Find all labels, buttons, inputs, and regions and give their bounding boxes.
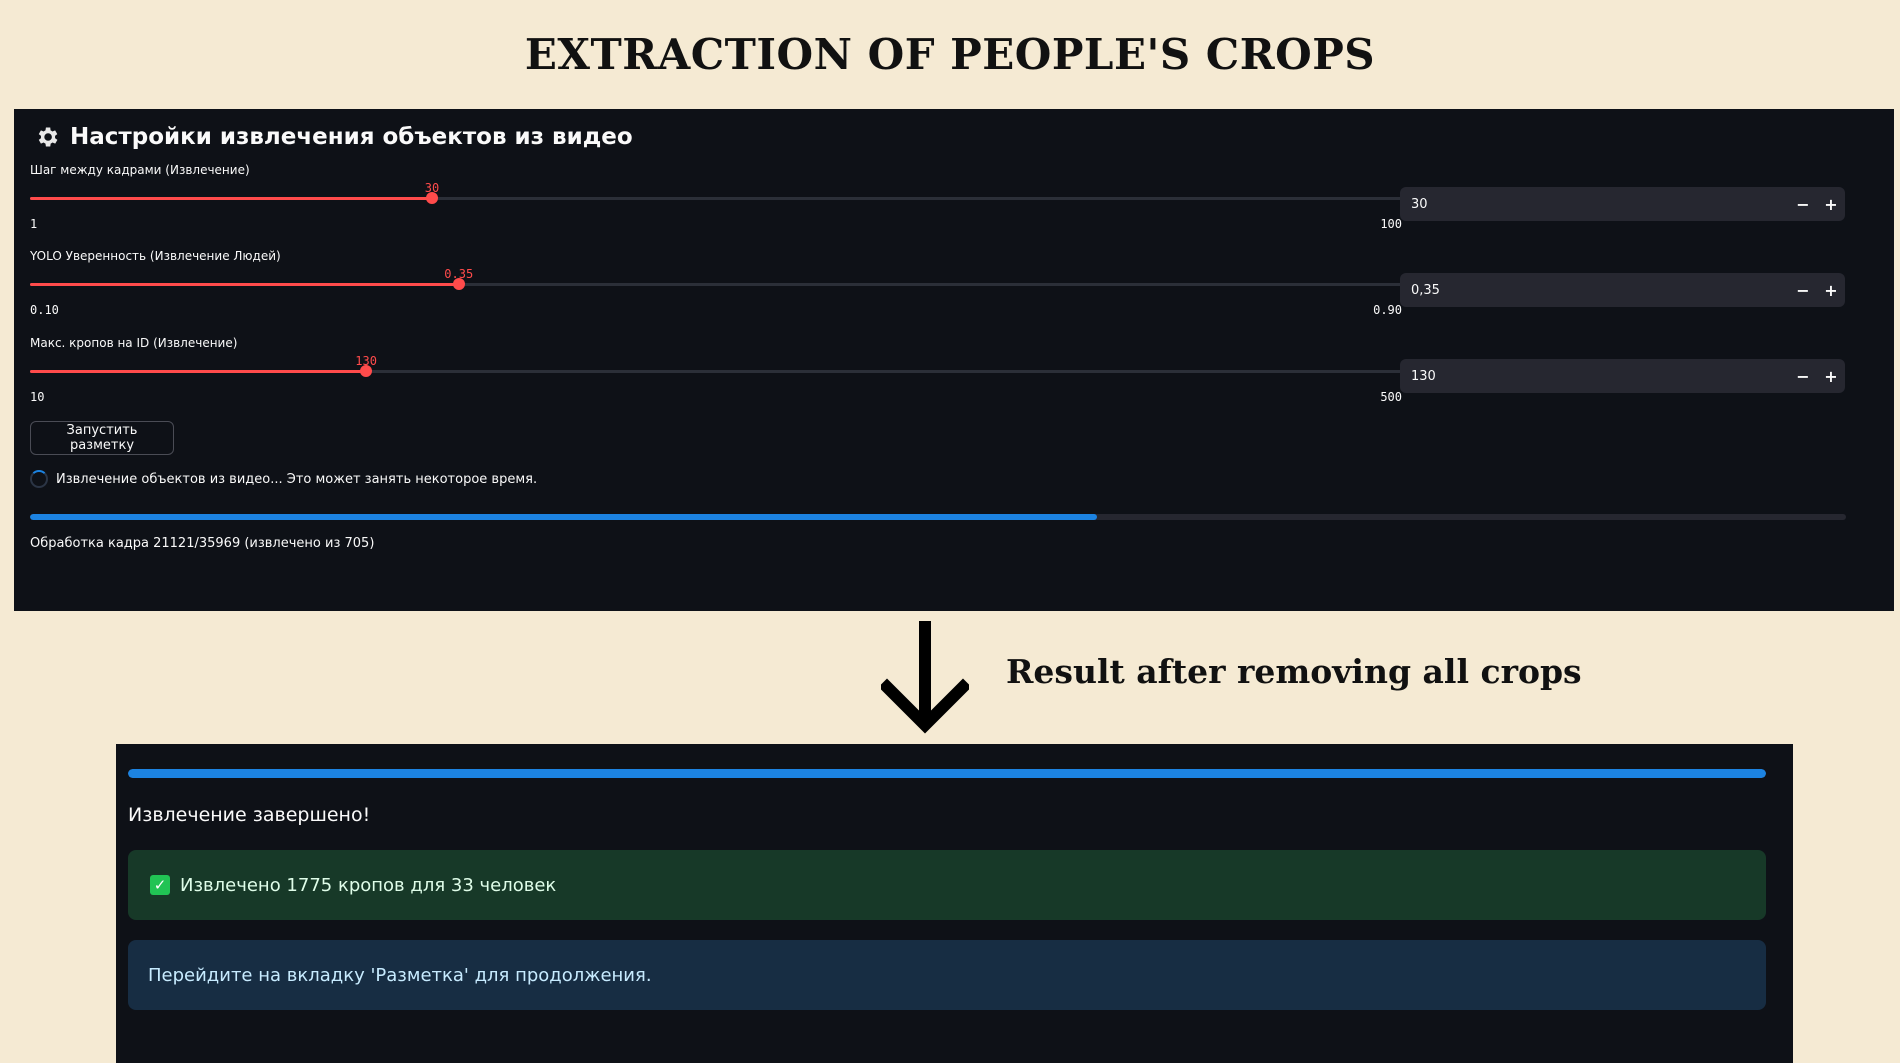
complete-progress-bar xyxy=(128,769,1766,778)
completion-message: Извлечение завершено! xyxy=(128,804,371,826)
info-text: Перейдите на вкладку 'Разметка' для прод… xyxy=(148,964,652,986)
extraction-progress-bar xyxy=(30,514,1846,520)
arrow-down-icon xyxy=(881,621,969,734)
slider-fill xyxy=(30,283,459,286)
decrement-button[interactable]: − xyxy=(1789,195,1817,214)
slider-min: 10 xyxy=(30,390,45,404)
slider-max: 0.90 xyxy=(1373,303,1402,317)
slider-min: 1 xyxy=(30,217,38,231)
number-input-value[interactable]: 30 xyxy=(1400,197,1789,212)
slider-min: 0.10 xyxy=(30,303,59,317)
slider-value: 130 xyxy=(355,354,377,368)
number-input-value[interactable]: 0,35 xyxy=(1400,283,1789,298)
slider-track[interactable] xyxy=(30,278,1402,290)
slider-label: Шаг между кадрами (Извлечение) xyxy=(30,163,250,177)
slider-label: Макс. кропов на ID (Извлечение) xyxy=(30,336,238,350)
slider-max: 500 xyxy=(1380,390,1402,404)
frame-step-input[interactable]: 30 − + xyxy=(1400,187,1845,221)
run-labeling-button[interactable]: Запустить разметку xyxy=(30,421,174,455)
status-text: Обработка кадра 21121/35969 (извлечено и… xyxy=(30,536,375,551)
info-alert: Перейдите на вкладку 'Разметка' для прод… xyxy=(128,940,1766,1010)
slider-fill xyxy=(30,370,367,373)
spinner-icon xyxy=(30,470,48,488)
increment-button[interactable]: + xyxy=(1817,281,1845,300)
yolo-confidence-input[interactable]: 0,35 − + xyxy=(1400,273,1845,307)
number-input-value[interactable]: 130 xyxy=(1400,369,1789,384)
success-alert: ✓ Извлечено 1775 кропов для 33 человек xyxy=(128,850,1766,920)
slider-track[interactable] xyxy=(30,365,1402,377)
slider-max: 100 xyxy=(1380,217,1402,231)
gear-icon xyxy=(38,127,58,147)
slider-value: 30 xyxy=(424,181,440,195)
result-panel: Извлечение завершено! ✓ Извлечено 1775 к… xyxy=(116,744,1793,1063)
decrement-button[interactable]: − xyxy=(1789,281,1817,300)
increment-button[interactable]: + xyxy=(1817,195,1845,214)
progress-fill xyxy=(30,514,1097,520)
settings-title: Настройки извлечения объектов из видео xyxy=(70,124,633,150)
slider-label: YOLO Уверенность (Извлечение Людей) xyxy=(30,249,281,263)
check-icon: ✓ xyxy=(150,875,170,895)
decrement-button[interactable]: − xyxy=(1789,367,1817,386)
extraction-settings-panel: Настройки извлечения объектов из видео Ш… xyxy=(14,109,1894,611)
spinner-row: Извлечение объектов из видео... Это може… xyxy=(30,470,537,488)
slider-track[interactable] xyxy=(30,192,1402,204)
increment-button[interactable]: + xyxy=(1817,367,1845,386)
success-text: Извлечено 1775 кропов для 33 человек xyxy=(180,874,557,896)
max-crops-slider[interactable]: Макс. кропов на ID (Извлечение) 130 10 5… xyxy=(30,336,1402,416)
slider-fill xyxy=(30,197,432,200)
settings-header: Настройки извлечения объектов из видео xyxy=(34,119,633,155)
max-crops-input[interactable]: 130 − + xyxy=(1400,359,1845,393)
frame-step-slider[interactable]: Шаг между кадрами (Извлечение) 30 1 100 xyxy=(30,163,1402,243)
result-caption: Result after removing all crops xyxy=(1006,652,1582,691)
progress-fill xyxy=(128,769,1766,778)
spinner-text: Извлечение объектов из видео... Это може… xyxy=(56,471,538,487)
yolo-confidence-slider[interactable]: YOLO Уверенность (Извлечение Людей) 0.35… xyxy=(30,249,1402,329)
page-title: EXTRACTION OF PEOPLE'S CROPS xyxy=(524,30,1376,79)
slider-value: 0.35 xyxy=(444,267,474,281)
